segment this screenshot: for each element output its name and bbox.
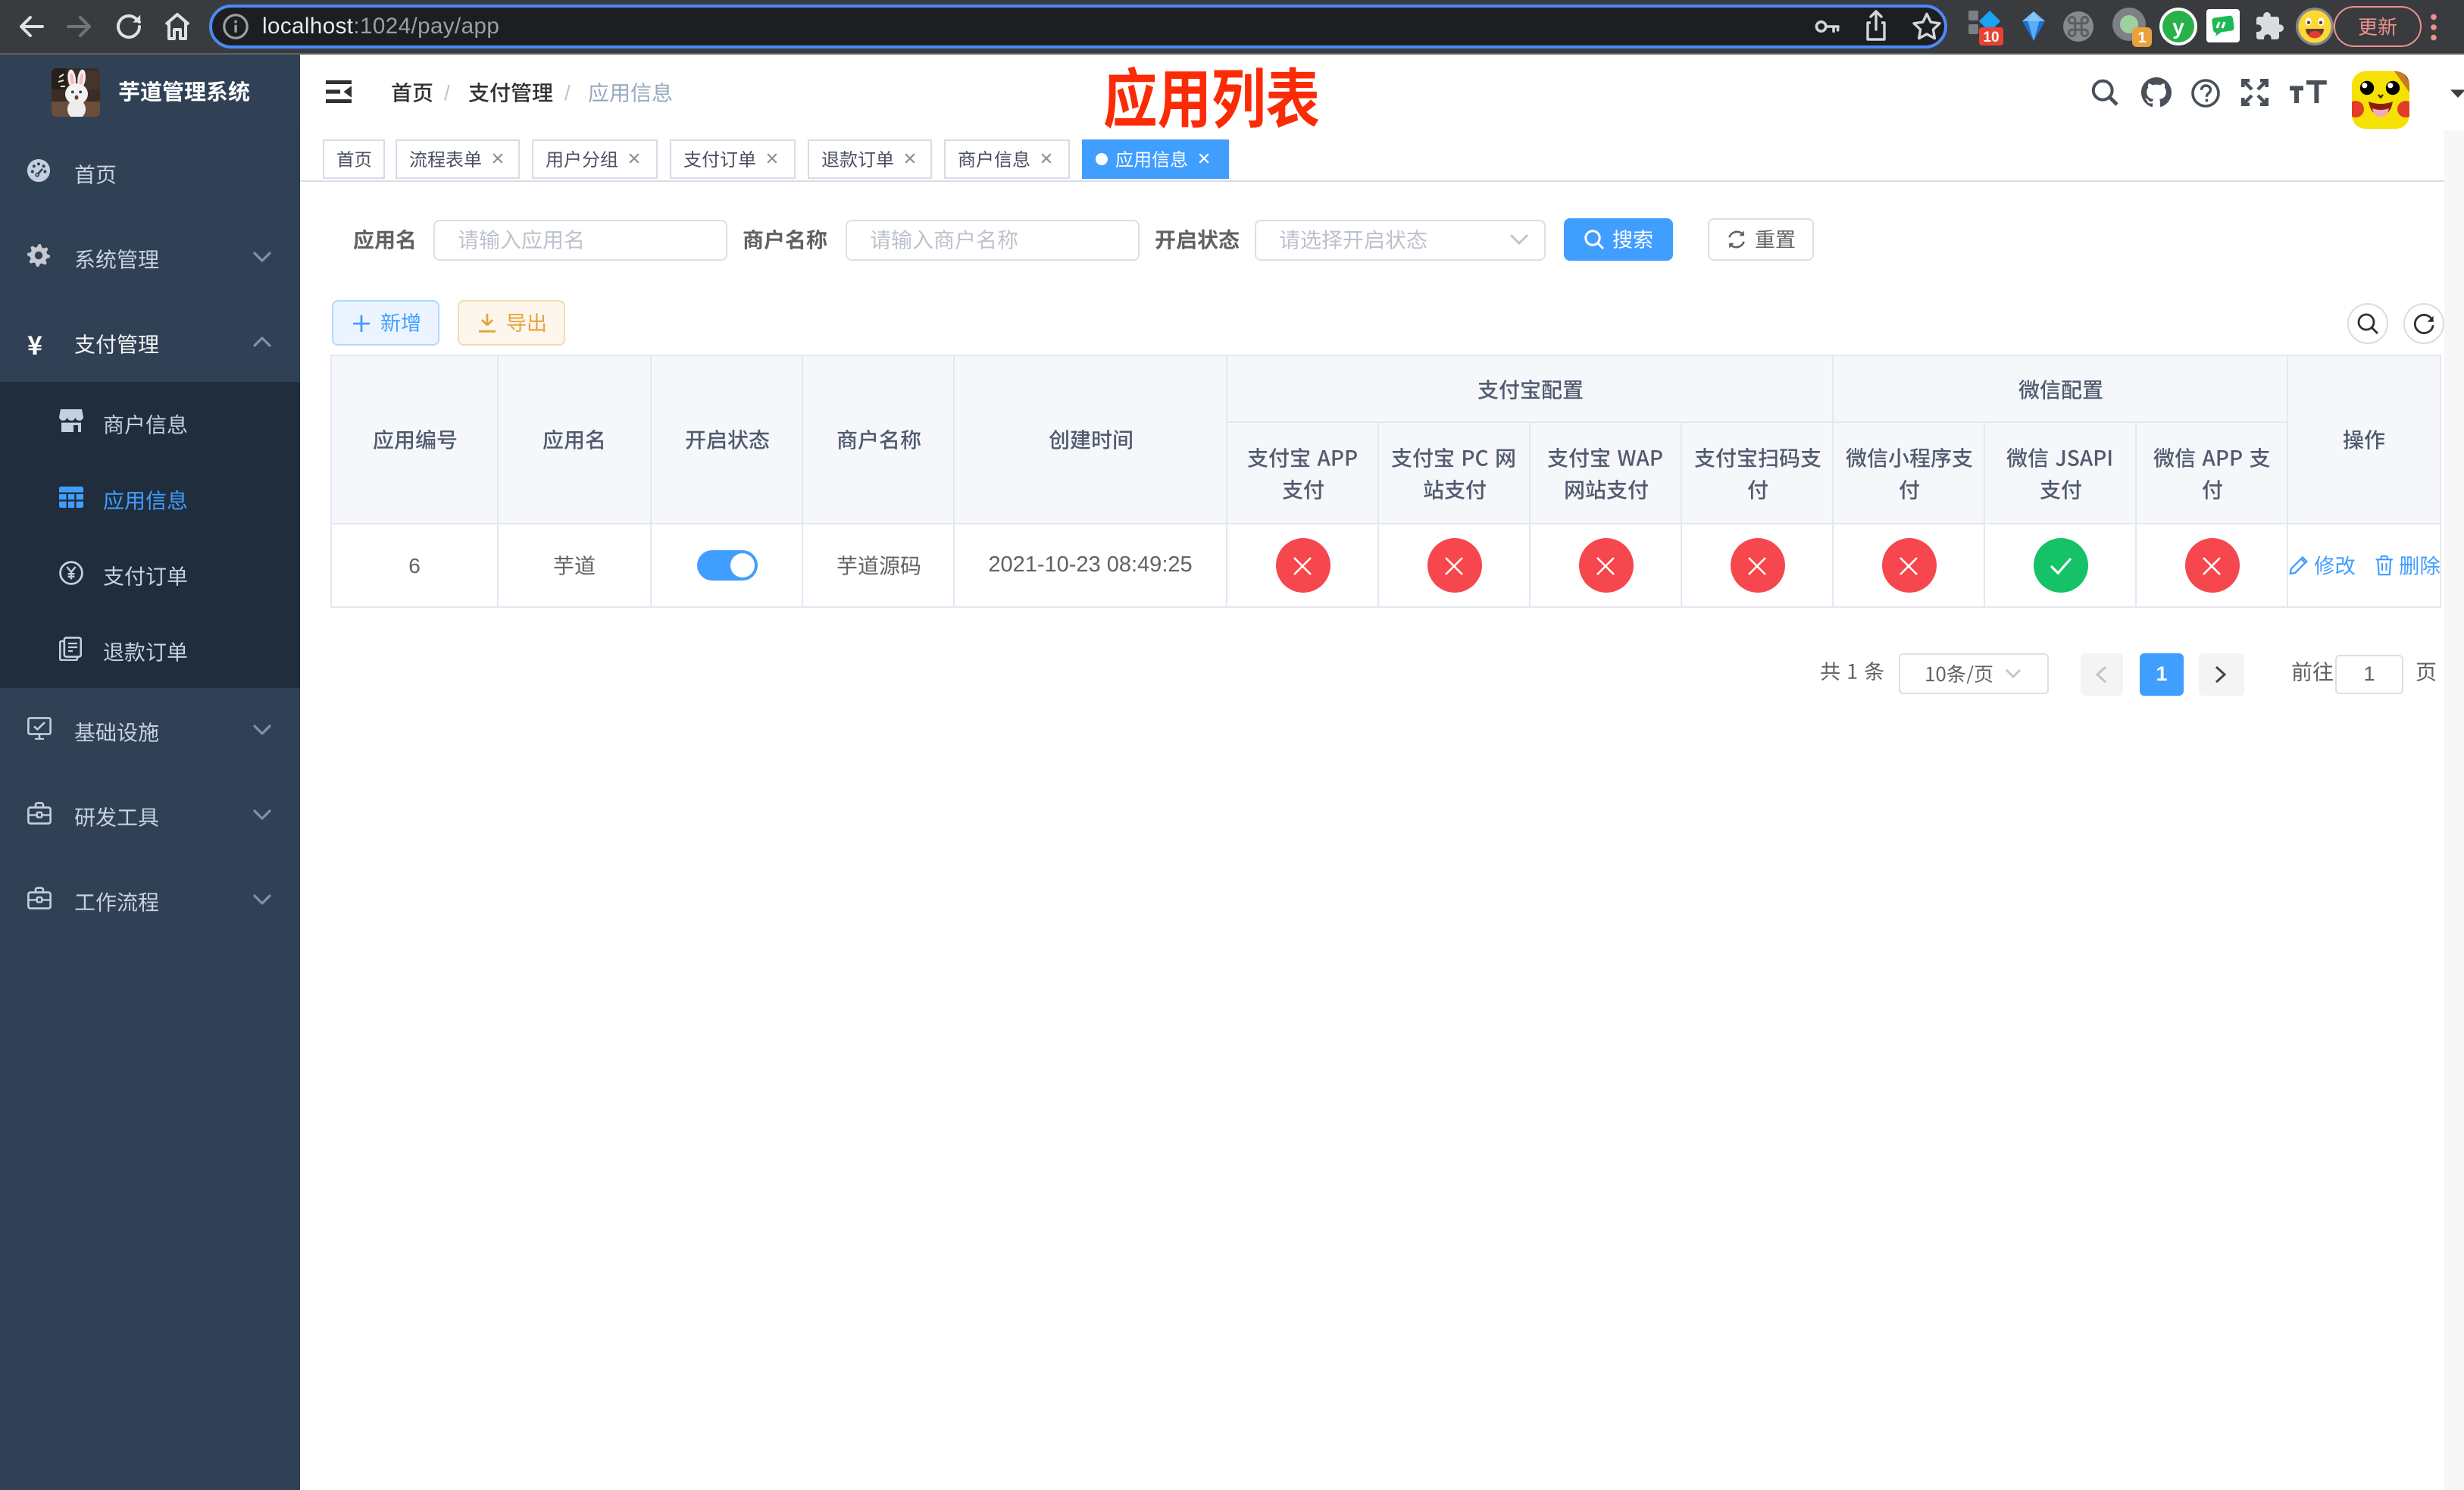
svg-text:y: y xyxy=(2172,15,2184,39)
svg-text:10: 10 xyxy=(1983,30,1999,45)
svg-text:1: 1 xyxy=(2137,30,2146,46)
